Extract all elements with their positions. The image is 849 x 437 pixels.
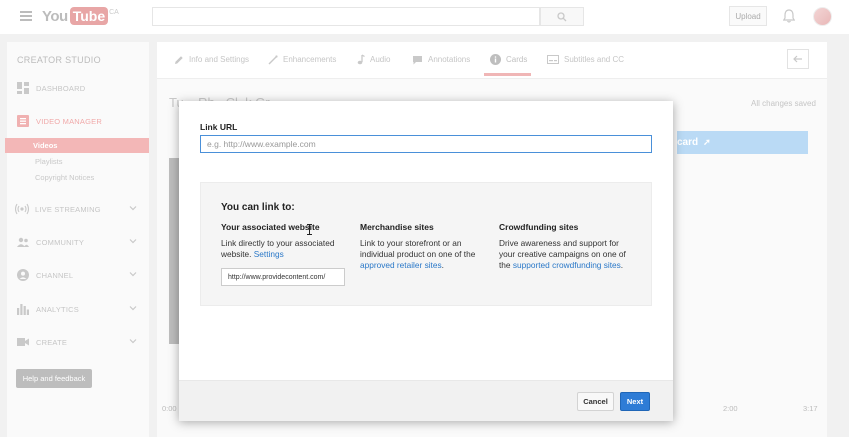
supported-crowdfunding-sites-link[interactable]: supported crowdfunding sites: [513, 260, 621, 270]
column-suffix: .: [441, 260, 444, 270]
column-text: Drive awareness and support for your cre…: [499, 238, 627, 271]
merchandise-sites-column: Merchandise sites Link to your storefron…: [360, 222, 488, 271]
dialog-footer: Cancel Next: [179, 380, 673, 421]
column-title: Merchandise sites: [360, 222, 434, 232]
link-info-panel: You can link to: Your associated website…: [200, 182, 652, 306]
column-description: Link to your storefront or an individual…: [360, 238, 476, 259]
associated-website-column: Your associated website Link directly to…: [221, 222, 349, 286]
associated-website-url: http://www.providecontent.com/: [221, 268, 345, 286]
link-url-label: Link URL: [200, 122, 238, 132]
text-cursor-icon: [307, 224, 312, 235]
cancel-button[interactable]: Cancel: [577, 392, 614, 411]
crowdfunding-sites-column: Crowdfunding sites Drive awareness and s…: [499, 222, 627, 271]
column-title: Your associated website: [221, 222, 320, 232]
column-text: Link to your storefront or an individual…: [360, 238, 488, 271]
approved-retailer-sites-link[interactable]: approved retailer sites: [360, 260, 442, 270]
column-text: Link directly to your associated website…: [221, 238, 349, 260]
link-url-input[interactable]: [200, 135, 652, 153]
link-card-dialog: Link URL You can link to: Your associate…: [179, 101, 673, 421]
settings-link[interactable]: Settings: [254, 249, 284, 259]
column-suffix: .: [620, 260, 624, 270]
next-button[interactable]: Next: [620, 392, 650, 411]
column-title: Crowdfunding sites: [499, 222, 579, 232]
info-heading: You can link to:: [221, 202, 295, 213]
